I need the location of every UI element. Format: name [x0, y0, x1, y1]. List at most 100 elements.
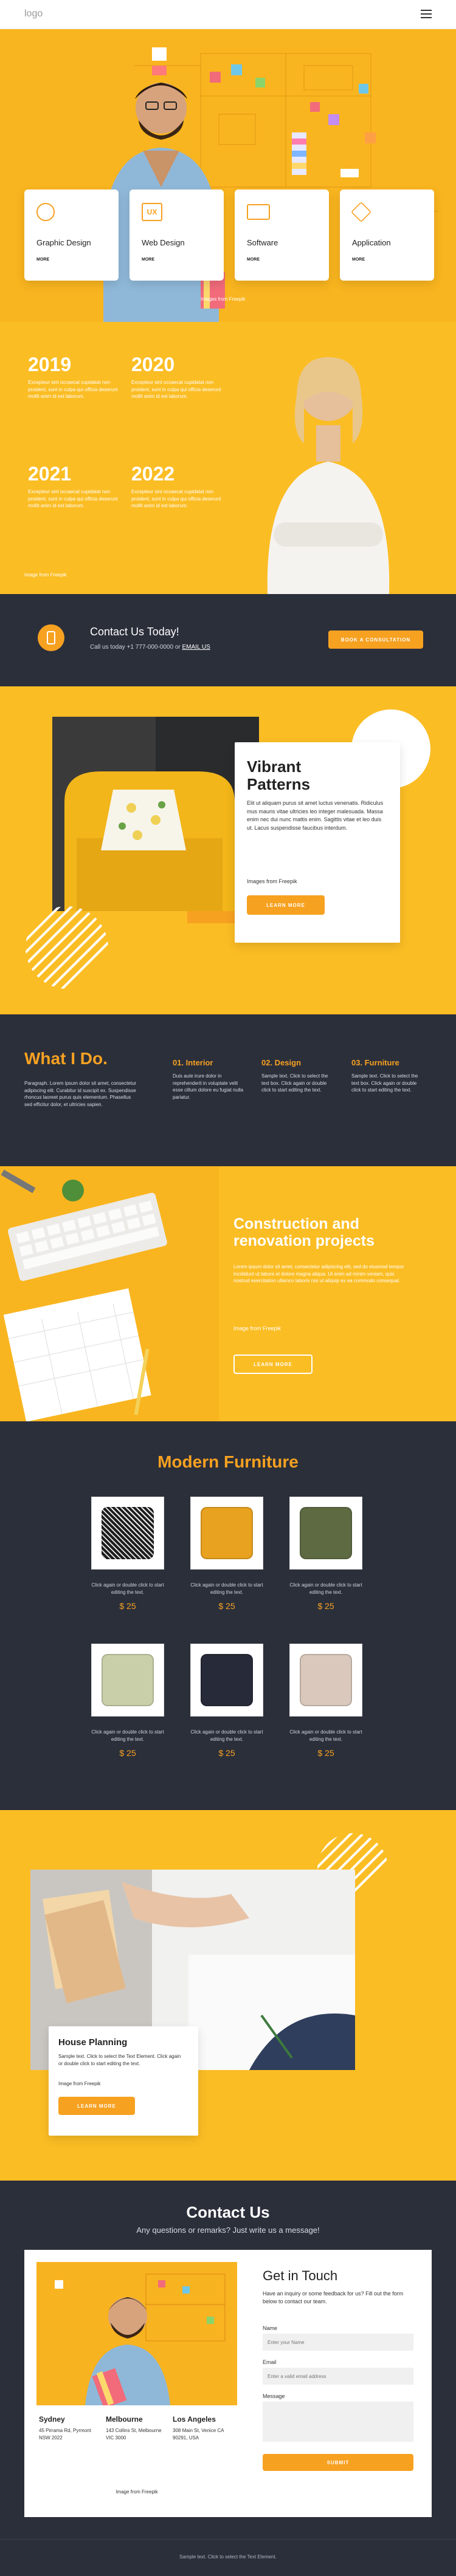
product-card[interactable]: Click again or double click to start edi… — [190, 1497, 266, 1618]
timeline-text: Excepteur sint occaecat cupidatat non pr… — [28, 489, 118, 509]
what-col-text: Duis aute irure dolor in reprehenderit i… — [173, 1073, 244, 1100]
contact-bar-text: Call us today +1 777-000-0000 or EMAIL U… — [90, 644, 210, 651]
logo[interactable]: logo — [24, 9, 43, 19]
product-description: Click again or double click to start edi… — [190, 1582, 263, 1595]
service-title: Application — [352, 238, 391, 247]
house-text: Sample text. Click to select the Text El… — [58, 2054, 181, 2066]
product-price: $ 25 — [119, 1601, 136, 1611]
service-more-link[interactable]: MORE — [36, 258, 49, 262]
service-more-link[interactable]: MORE — [142, 258, 154, 262]
service-more-link[interactable]: MORE — [247, 258, 260, 262]
product-image — [190, 1497, 263, 1570]
vibrant-section: Vibrant Patterns Elit ut aliquam purus s… — [0, 686, 456, 1014]
construction-credit: Image from Freepik — [233, 1325, 282, 1331]
submit-button[interactable]: SUBMIT — [263, 2454, 413, 2471]
office-city: Los Angeles — [173, 2415, 216, 2424]
timeline-text: Excepteur sint occaecat cupidatat non pr… — [28, 380, 118, 400]
service-title: Graphic Design — [36, 238, 91, 247]
house-learn-more-button[interactable]: LEARN MORE — [58, 2097, 135, 2115]
product-description: Click again or double click to start edi… — [289, 1729, 362, 1742]
product-description: Click again or double click to start edi… — [289, 1582, 362, 1595]
product-image — [190, 1644, 263, 1717]
construction-title: Construction and renovation projects — [233, 1215, 375, 1249]
timeline-text: Excepteur sint occaecat cupidatat non pr… — [131, 489, 221, 509]
house-title: House Planning — [58, 2037, 128, 2048]
email-us-link[interactable]: EMAIL US — [182, 644, 210, 651]
form-title: Get in Touch — [263, 2268, 338, 2283]
form-text: Have an inquiry or some feedback for us?… — [263, 2291, 404, 2305]
message-label: Message — [263, 2393, 285, 2399]
office-address: 308 Main St, Venice CA 90291, USA — [173, 2428, 224, 2441]
service-more-link[interactable]: MORE — [352, 258, 365, 262]
application-icon — [351, 202, 371, 222]
vibrant-text: Elit ut aliquam purus sit amet luctus ve… — [247, 800, 384, 831]
woman-portrait — [267, 357, 390, 594]
email-input[interactable] — [263, 2368, 413, 2385]
service-title: Web Design — [142, 238, 185, 247]
office-city: Sydney — [39, 2415, 65, 2424]
product-image — [289, 1497, 362, 1570]
product-price: $ 25 — [317, 1601, 334, 1611]
service-card-application[interactable]: Application MORE — [340, 190, 434, 281]
product-price: $ 25 — [317, 1748, 334, 1758]
vibrant-card: Vibrant Patterns Elit ut aliquam purus s… — [235, 742, 400, 943]
contact-subtitle: Any questions or remarks? Just write us … — [136, 2226, 320, 2235]
contact-bar-title: Contact Us Today! — [90, 626, 179, 638]
timeline-text: Excepteur sint occaecat cupidatat non pr… — [131, 380, 221, 400]
product-card[interactable]: Click again or double click to start edi… — [91, 1497, 167, 1618]
hero-section: Graphic Design MORE UX Web Design MORE S… — [0, 29, 456, 322]
product-image — [91, 1497, 164, 1570]
product-image — [289, 1644, 362, 1717]
product-description: Click again or double click to start edi… — [190, 1729, 263, 1742]
contact-section: Contact Us Any questions or remarks? Jus… — [0, 2181, 456, 2539]
name-label: Name — [263, 2325, 278, 2331]
contact-bar-call: Call us today +1 777-000-0000 or — [90, 644, 181, 651]
vibrant-credit: Images from Freepik — [247, 878, 297, 884]
vibrant-learn-more-button[interactable]: LEARN MORE — [247, 895, 325, 915]
name-input[interactable] — [263, 2334, 413, 2351]
office-address: 45 Pirrama Rd, Pyrmont NSW 2022 — [39, 2428, 91, 2441]
furniture-title: Modern Furniture — [157, 1452, 299, 1471]
service-card-web-design[interactable]: UX Web Design MORE — [130, 190, 224, 281]
house-credit: Image from Freepik — [58, 2081, 101, 2086]
timeline-year: 2022 — [131, 463, 175, 485]
what-section: What I Do. Paragraph. Lorem ipsum dolor … — [0, 1014, 456, 1166]
book-consultation-button[interactable]: BOOK A CONSULTATION — [328, 630, 423, 649]
product-description: Click again or double click to start edi… — [91, 1582, 164, 1595]
product-card[interactable]: Click again or double click to start edi… — [190, 1644, 266, 1765]
construction-text: Lorem ipsum dolor sit amet, consectetur … — [233, 1264, 404, 1284]
contact-credit: Image from Freepik — [116, 2489, 158, 2495]
phone-icon — [38, 624, 64, 651]
desk-image — [0, 1166, 219, 1421]
service-card-software[interactable]: Software MORE — [235, 190, 329, 281]
timeline-year: 2021 — [28, 463, 72, 485]
product-card[interactable]: Click again or double click to start edi… — [91, 1644, 167, 1765]
construction-learn-more-button[interactable]: LEARN MORE — [233, 1355, 313, 1374]
footer: Sample text. Click to select the Text El… — [0, 2539, 456, 2576]
message-input[interactable] — [263, 2402, 413, 2442]
footer-text: Sample text. Click to select the Text El… — [179, 2554, 277, 2560]
what-col-text: Sample text. Click to select the text bo… — [261, 1073, 328, 1093]
furniture-section: Modern Furniture Click again or double c… — [0, 1421, 456, 1810]
construction-section: Construction and renovation projects Lor… — [0, 1166, 456, 1421]
what-col-title: 02. Design — [261, 1058, 302, 1067]
header: logo — [0, 0, 456, 29]
service-title: Software — [247, 238, 278, 247]
software-icon — [247, 204, 270, 220]
product-card[interactable]: Click again or double click to start edi… — [289, 1497, 365, 1618]
timeline-section: 2019 Excepteur sint occaecat cupidatat n… — [0, 322, 456, 594]
what-col-title: 03. Furniture — [351, 1058, 399, 1067]
what-intro: Paragraph. Lorem ipsum dolor sit amet, c… — [24, 1081, 137, 1107]
office-address: 143 Collins St, Melbourne VIC 3000 — [106, 2428, 162, 2441]
email-label: Email — [263, 2359, 277, 2365]
house-section: House Planning Sample text. Click to sel… — [0, 1810, 456, 2181]
service-card-graphic-design[interactable]: Graphic Design MORE — [24, 190, 119, 281]
product-description: Click again or double click to start edi… — [91, 1729, 164, 1742]
chair-image — [52, 717, 259, 911]
vibrant-title: Vibrant Patterns — [247, 757, 311, 793]
timeline-year: 2019 — [28, 354, 72, 375]
product-price: $ 25 — [119, 1748, 136, 1758]
menu-icon[interactable] — [421, 10, 432, 18]
product-card[interactable]: Click again or double click to start edi… — [289, 1644, 365, 1765]
hero-credit: Images from Freepik — [201, 296, 246, 302]
